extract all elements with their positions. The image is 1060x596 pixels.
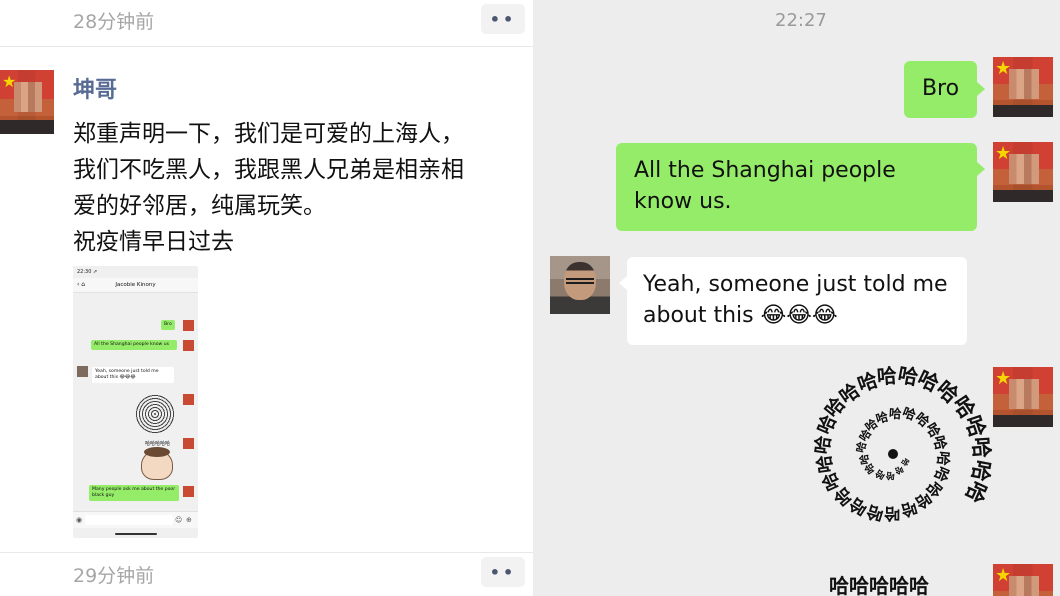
mini-title-bar: ‹ ⌂ Jacobie Kinony [73,278,198,293]
post-author[interactable]: 坤哥 [73,72,117,104]
voice-icon: ◉ [76,516,83,524]
mini-spiral-sticker [135,394,175,434]
author-avatar[interactable]: ★ [0,70,54,134]
chat-message-received[interactable]: Yeah, someone just told me about this 😂😂… [627,257,967,345]
friend-avatar-glasses [566,278,594,284]
post-divider [0,552,533,553]
post-image[interactable]: 22:30 ⇗ ‹ ⌂ Jacobie Kinony Bro All the S… [73,266,198,538]
mini-avatar [183,340,194,351]
chat-panel: 22:27 Bro ★ All the Shanghai people know… [533,0,1060,596]
avatar-shirt [993,105,1053,117]
spiral-ha-char: 哈 [814,453,838,474]
friend-avatar[interactable] [550,256,610,314]
mini-message: All the Shanghai people know us [91,340,177,350]
avatar-shirt [993,190,1053,202]
bubble-tail [977,162,985,176]
mini-home-indicator [115,533,157,535]
bubble-tail [977,82,985,96]
spiral-ha-char: 哈 [930,434,949,453]
spiral-ha-char: 哈 [884,503,901,523]
my-avatar[interactable]: ★ [993,57,1053,117]
chat-message-sent[interactable]: Bro [904,61,977,118]
mini-back-icon: ‹ ⌂ [77,281,86,288]
mini-chat-title: Jacobie Kinony [115,282,156,288]
chat-message-sent[interactable]: All the Shanghai people know us. [616,143,977,231]
avatar-shirt [0,120,54,134]
avatar-face [1009,69,1039,99]
mini-message: 哈哈哈哈哈 [145,441,171,447]
add-icon: ⊕ [186,516,192,524]
mini-input-field [85,515,173,525]
spiral-center-dot [888,449,898,459]
spiral-ha-char: 哈 [968,436,994,460]
my-avatar[interactable]: ★ [993,564,1053,596]
avatar-face [1009,576,1039,596]
mini-status-time: 22:30 ⇗ [77,269,98,275]
avatar-shirt [993,415,1053,427]
mini-avatar [183,486,194,497]
moments-panel: 28分钟前 •• ★ 坤哥 郑重声明一下，我们是可爱的上海人， 我们不吃黑人，我… [0,0,533,596]
post-timestamp-bottom: 29分钟前 [73,565,155,587]
ha-text-sticker[interactable]: 哈哈哈哈哈 [829,570,929,596]
mini-avatar [183,438,194,449]
post-text: 郑重声明一下，我们是可爱的上海人， 我们不吃黑人，我跟黑人兄弟是相亲相 爱的好邻… [73,121,464,255]
mini-avatar [183,320,194,331]
mini-message: Many people ask me about the poor black … [89,485,179,501]
mini-message: Yeah, someone just told me about this 😂😂… [92,367,174,383]
avatar-face [1009,154,1039,184]
avatar-face [1009,379,1039,409]
mini-input-bar: ◉ ☺ ⊕ [73,511,198,528]
chat-time: 22:27 [775,10,827,31]
more-icon[interactable]: •• [481,4,525,34]
mini-message: Bro [161,320,175,330]
more-icon[interactable]: •• [481,557,525,587]
mini-sticker-hair [144,447,170,457]
emoji-icon: ☺ [175,516,183,524]
my-avatar[interactable]: ★ [993,367,1053,427]
avatar-face [14,82,42,112]
mini-crying-sticker [141,447,173,480]
mini-friend-avatar [77,366,88,377]
spiral-ha-char: 哈 [812,434,836,456]
bubble-tail [619,276,627,290]
spiral-ha-char: 哈 [858,452,872,466]
my-avatar[interactable]: ★ [993,142,1053,202]
ha-spiral-sticker[interactable]: 哈哈哈哈哈哈哈哈哈哈哈哈哈哈哈哈哈哈哈哈哈哈哈哈哈哈哈哈哈哈哈哈哈哈哈哈哈哈哈哈 [803,362,995,547]
post-divider [0,46,533,47]
spiral-ha-char: 哈 [876,363,898,389]
mini-avatar [183,394,194,405]
post-timestamp-top: 28分钟前 [73,11,155,33]
